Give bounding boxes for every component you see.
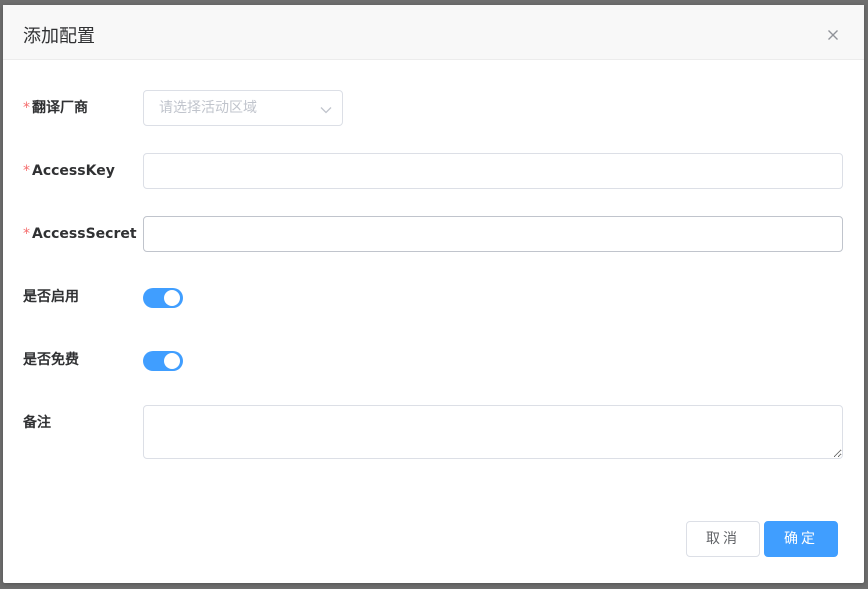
required-mark: * xyxy=(23,226,30,242)
access-key-label: * AccessKey xyxy=(23,162,115,180)
vendor-select[interactable]: 请选择活动区域 xyxy=(143,90,343,126)
chevron-down-icon xyxy=(319,102,333,116)
access-key-input[interactable] xyxy=(143,153,843,189)
remark-textarea[interactable] xyxy=(143,405,843,459)
free-label: 是否免费 xyxy=(23,352,79,368)
enabled-label: 是否启用 xyxy=(23,289,79,305)
dialog-header: 添加配置 xyxy=(3,5,864,60)
vendor-label: * 翻译厂商 xyxy=(23,99,88,117)
cancel-button[interactable]: 取消 xyxy=(686,521,760,557)
access-secret-input[interactable] xyxy=(143,216,843,252)
vendor-label-text: 翻译厂商 xyxy=(32,100,88,116)
add-config-dialog: 添加配置 * 翻译厂商 请选择活动区域 * AccessKey * AccessSec… xyxy=(3,5,864,583)
switch-knob xyxy=(164,290,180,306)
remark-label: 备注 xyxy=(23,415,51,431)
required-mark: * xyxy=(23,100,30,116)
dialog-title: 添加配置 xyxy=(23,26,95,47)
switch-knob xyxy=(164,353,180,369)
enabled-switch[interactable] xyxy=(143,288,183,308)
access-key-label-text: AccessKey xyxy=(32,163,115,179)
required-mark: * xyxy=(23,163,30,179)
free-switch[interactable] xyxy=(143,351,183,371)
access-secret-label: * AccessSecret xyxy=(23,225,137,243)
access-secret-label-text: AccessSecret xyxy=(32,226,137,242)
close-icon[interactable] xyxy=(825,27,841,43)
confirm-button[interactable]: 确定 xyxy=(764,521,838,557)
vendor-select-placeholder: 请选择活动区域 xyxy=(159,100,257,116)
